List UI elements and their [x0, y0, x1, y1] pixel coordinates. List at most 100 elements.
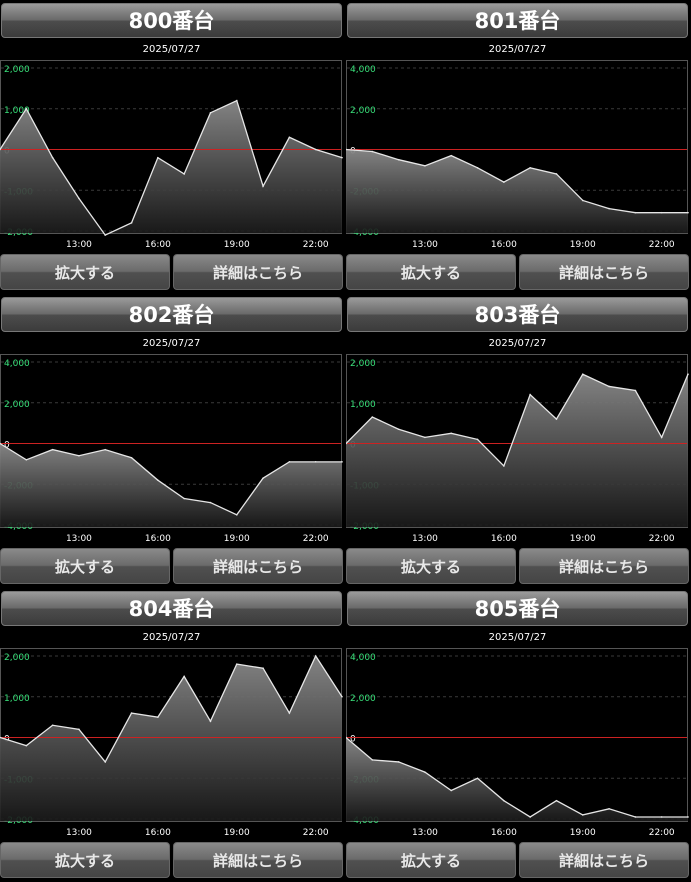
- data-point: [397, 158, 400, 161]
- data-point: [235, 663, 238, 665]
- data-point: [341, 695, 343, 698]
- x-tick-label: 19:00: [224, 240, 250, 250]
- details-button[interactable]: 詳細はこちら: [173, 548, 343, 584]
- y-tick-label: 4,000: [350, 65, 376, 75]
- data-point: [555, 173, 558, 175]
- data-point: [288, 136, 291, 139]
- zoom-button[interactable]: 拡大する: [0, 254, 170, 290]
- data-point: [288, 712, 291, 714]
- y-tick-label: 1,000: [4, 694, 30, 704]
- data-point: [157, 479, 159, 481]
- x-tick-label: 22:00: [649, 828, 675, 838]
- x-tick-label: 19:00: [224, 828, 250, 838]
- y-tick-label: 2,000: [350, 359, 376, 369]
- details-button[interactable]: 詳細はこちら: [519, 548, 689, 584]
- data-point: [397, 428, 400, 431]
- data-point: [314, 461, 317, 463]
- data-point: [183, 173, 185, 175]
- data-point: [157, 716, 159, 718]
- data-point: [104, 234, 107, 236]
- x-tick-label: 22:00: [303, 828, 329, 838]
- profit-chart: 2,0001,0000-1,000-2,00013:0016:0019:0022…: [0, 60, 343, 250]
- chart-date: 2025/07/27: [488, 44, 547, 55]
- data-point: [529, 167, 531, 169]
- x-tick-label: 16:00: [491, 828, 517, 838]
- data-point: [371, 759, 374, 761]
- data-point: [660, 436, 663, 439]
- data-point: [660, 816, 663, 818]
- data-point: [581, 814, 584, 816]
- chart-date: 2025/07/27: [488, 338, 547, 349]
- x-tick-label: 13:00: [66, 240, 92, 250]
- details-button[interactable]: 詳細はこちら: [519, 254, 689, 290]
- details-button[interactable]: 詳細はこちら: [519, 842, 689, 878]
- data-point: [503, 799, 505, 802]
- machine-panel: 800番台2025/07/272,0001,0000-1,000-2,00013…: [0, 0, 343, 294]
- zoom-button[interactable]: 拡大する: [346, 548, 516, 584]
- x-tick-label: 19:00: [570, 240, 596, 250]
- data-point: [687, 373, 689, 376]
- y-tick-label: 2,000: [4, 653, 30, 663]
- x-tick-label: 13:00: [412, 828, 438, 838]
- x-tick-label: 13:00: [412, 240, 438, 250]
- data-point: [51, 156, 54, 159]
- details-button[interactable]: 詳細はこちら: [173, 254, 343, 290]
- data-point: [687, 211, 689, 214]
- data-point: [424, 771, 426, 773]
- data-point: [288, 461, 291, 463]
- data-point: [555, 418, 558, 420]
- data-point: [634, 816, 637, 818]
- x-tick-label: 19:00: [224, 534, 250, 544]
- x-tick-label: 13:00: [66, 828, 92, 838]
- zoom-button[interactable]: 拡大する: [346, 842, 516, 878]
- details-button[interactable]: 詳細はこちら: [173, 842, 343, 878]
- data-point: [450, 154, 453, 157]
- data-point: [687, 816, 689, 818]
- data-point: [424, 165, 426, 167]
- machine-title: 801番台: [347, 3, 688, 38]
- data-point: [262, 185, 264, 187]
- data-point: [25, 744, 28, 747]
- profit-chart: 4,0002,0000-2,000-4,00013:0016:0019:0022…: [346, 60, 689, 250]
- x-tick-label: 19:00: [570, 534, 596, 544]
- machine-title: 802番台: [1, 297, 342, 332]
- data-point: [503, 465, 505, 467]
- data-point: [608, 385, 610, 388]
- data-point: [450, 789, 453, 792]
- data-point: [476, 777, 479, 780]
- data-point: [235, 514, 238, 516]
- y-tick-label: 2,000: [350, 694, 376, 704]
- data-point: [262, 477, 264, 479]
- machine-panel: 801番台2025/07/274,0002,0000-2,000-4,00013…: [346, 0, 689, 294]
- data-point: [476, 438, 479, 441]
- x-tick-label: 13:00: [66, 534, 92, 544]
- data-point: [78, 454, 80, 457]
- data-point: [130, 456, 133, 459]
- profit-chart: 2,0001,0000-1,000-2,00013:0016:0019:0022…: [346, 354, 689, 544]
- data-point: [581, 199, 584, 202]
- x-tick-label: 16:00: [145, 828, 171, 838]
- data-point: [209, 720, 212, 722]
- machine-panel: 805番台2025/07/274,0002,0000-2,000-4,00013…: [346, 588, 689, 882]
- data-point: [130, 222, 133, 224]
- y-tick-label: 2,000: [4, 65, 30, 75]
- data-point: [529, 816, 531, 818]
- data-point: [371, 150, 374, 153]
- data-point: [634, 389, 637, 392]
- machine-title: 803番台: [347, 297, 688, 332]
- zoom-button[interactable]: 拡大する: [0, 548, 170, 584]
- x-tick-label: 22:00: [303, 240, 329, 250]
- data-point: [608, 808, 610, 810]
- x-tick-label: 16:00: [145, 240, 171, 250]
- x-tick-label: 22:00: [649, 534, 675, 544]
- data-point: [209, 112, 212, 114]
- data-point: [314, 148, 317, 151]
- zoom-button[interactable]: 拡大する: [0, 842, 170, 878]
- data-point: [209, 501, 212, 504]
- data-point: [78, 728, 80, 731]
- zoom-button[interactable]: 拡大する: [346, 254, 516, 290]
- data-point: [660, 211, 663, 214]
- data-point: [450, 432, 453, 435]
- data-point: [25, 459, 28, 461]
- data-point: [503, 181, 505, 183]
